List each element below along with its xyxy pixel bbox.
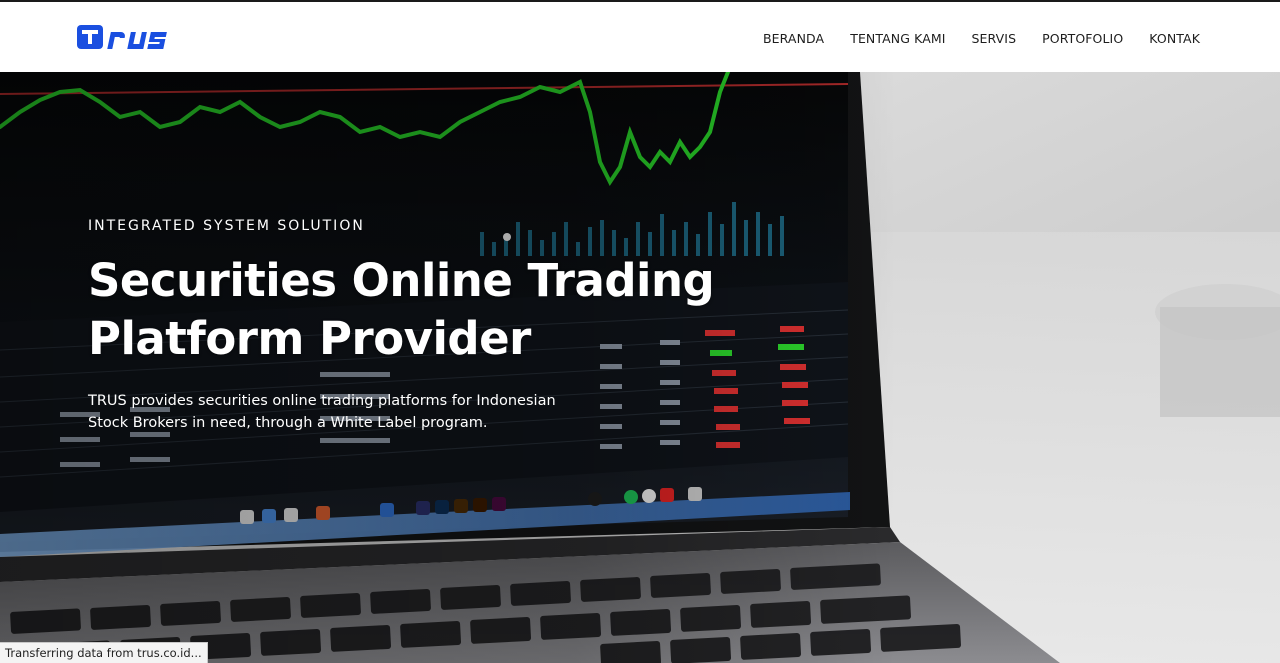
hero-section: INTEGRATED SYSTEM SOLUTION Securities On… bbox=[0, 72, 1280, 663]
site-header: BERANDA TENTANG KAMI SERVIS PORTOFOLIO K… bbox=[0, 0, 1280, 72]
nav-beranda[interactable]: BERANDA bbox=[763, 31, 824, 46]
hero-title: Securities Online Trading Platform Provi… bbox=[88, 254, 715, 365]
hero-description: TRUS provides securities online trading … bbox=[88, 393, 556, 431]
nav-portofolio[interactable]: PORTOFOLIO bbox=[1042, 31, 1123, 46]
hero-eyebrow: INTEGRATED SYSTEM SOLUTION bbox=[88, 218, 365, 234]
nav-servis[interactable]: SERVIS bbox=[972, 31, 1017, 46]
trus-logo[interactable] bbox=[77, 22, 175, 52]
nav-tentang-kami[interactable]: TENTANG KAMI bbox=[850, 31, 945, 46]
browser-status-bar: Transferring data from trus.co.id... bbox=[0, 642, 208, 663]
nav-kontak[interactable]: KONTAK bbox=[1149, 31, 1200, 46]
main-nav: BERANDA TENTANG KAMI SERVIS PORTOFOLIO K… bbox=[763, 31, 1200, 46]
